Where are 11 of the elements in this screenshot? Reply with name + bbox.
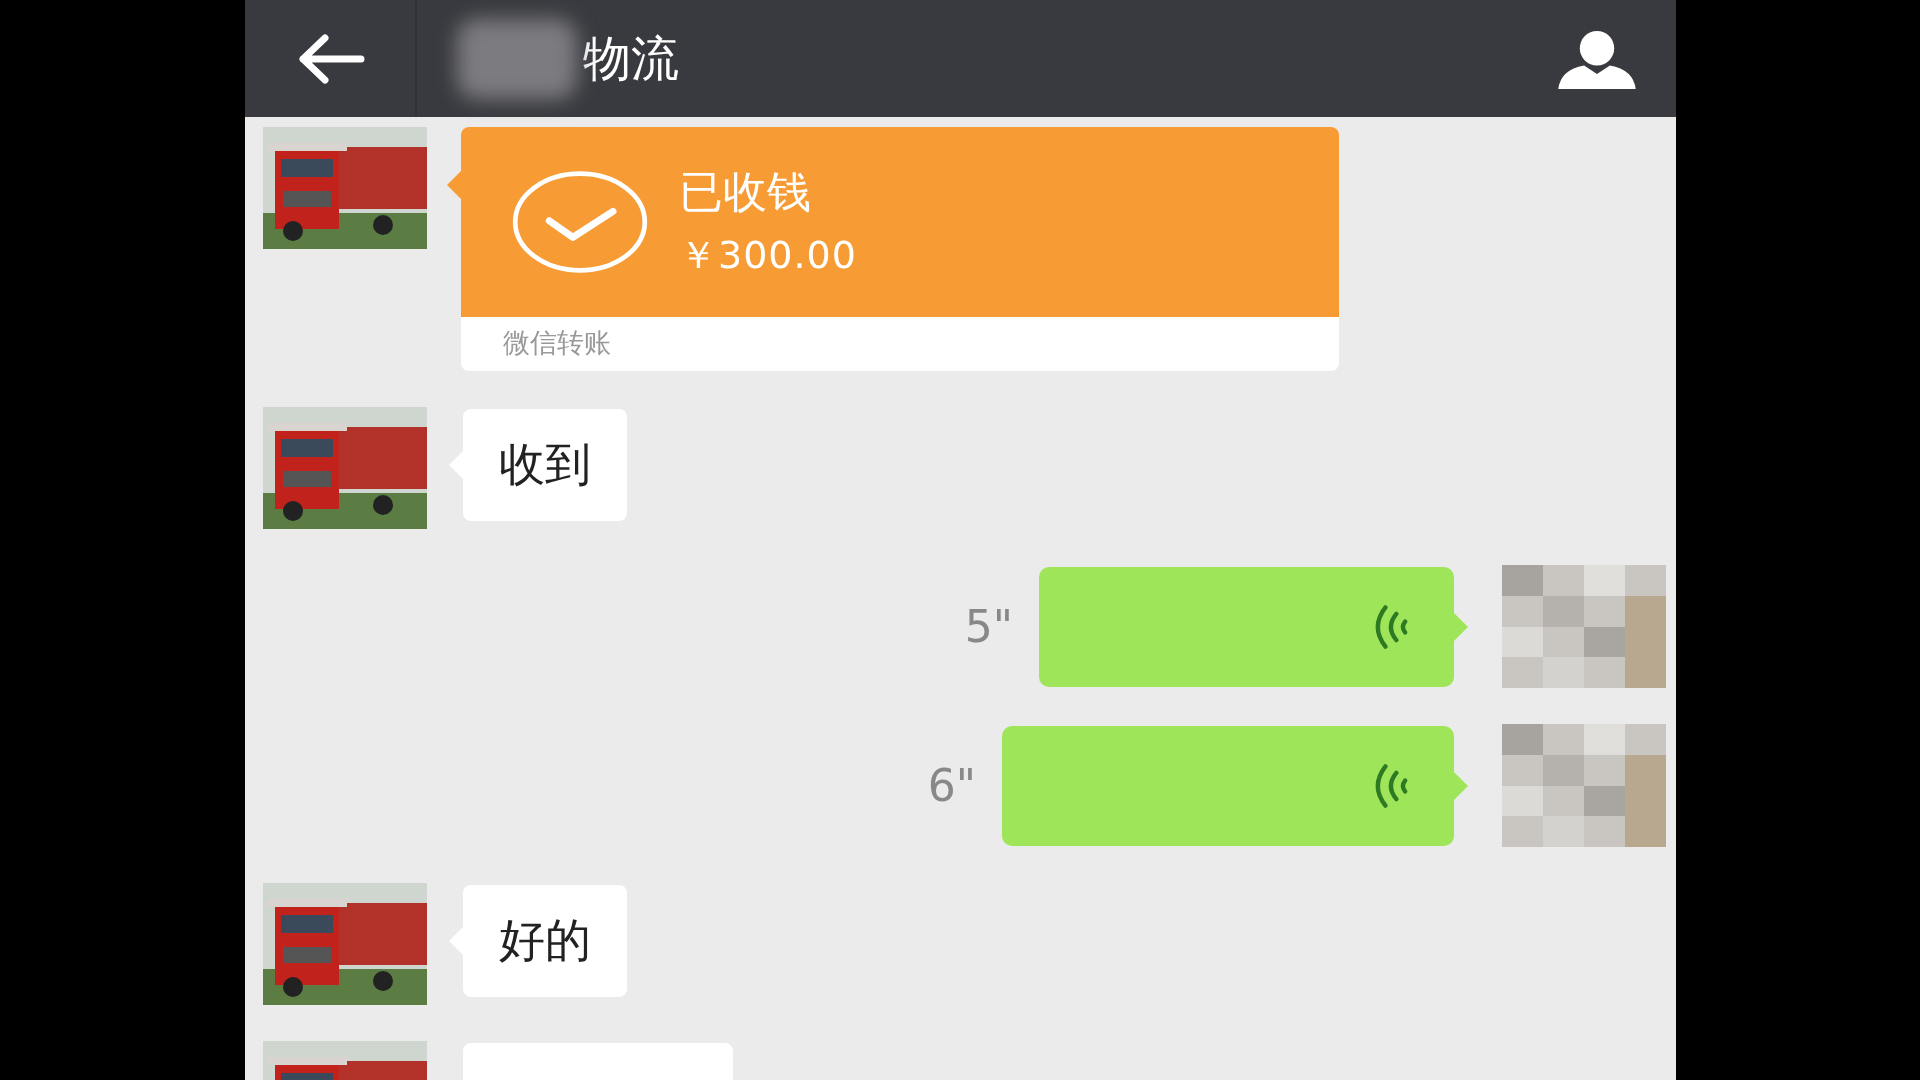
voice-duration: 6" xyxy=(927,760,976,811)
transfer-status: 已收钱 xyxy=(679,165,812,219)
voice-duration: 5" xyxy=(964,601,1013,652)
bubble-tail xyxy=(1454,771,1468,800)
transfer-label: 微信转账 xyxy=(502,326,612,360)
chat-title: 物流 xyxy=(583,28,680,88)
message-bubble: 收到 xyxy=(463,409,627,521)
message-bubble: 好的 xyxy=(463,885,627,997)
transfer-card[interactable]: 已收钱 ￥300.00 微信转账 xyxy=(461,127,1339,371)
transfer-amount: ￥300.00 xyxy=(679,232,857,279)
bubble-tail xyxy=(1454,612,1468,641)
